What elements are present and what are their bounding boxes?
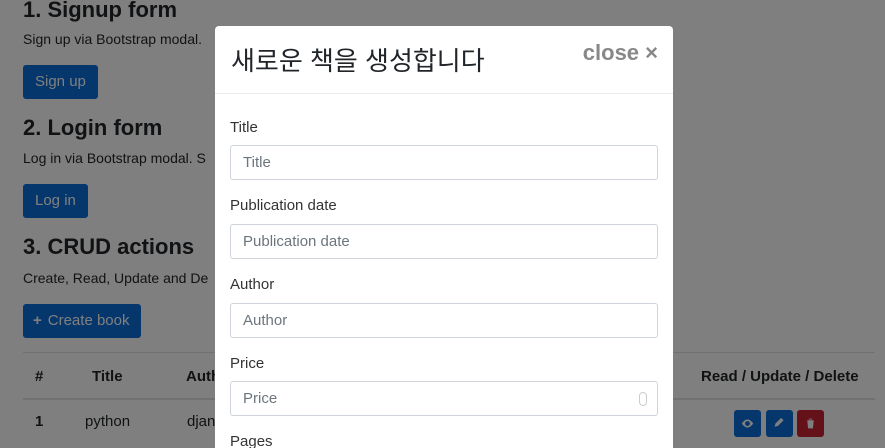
author-input[interactable]: Author xyxy=(230,303,658,338)
close-button[interactable]: close × xyxy=(583,40,658,66)
modal-title: 새로운 책을 생성합니다 xyxy=(231,46,485,76)
price-label: Price xyxy=(230,355,265,372)
title-input[interactable]: Title xyxy=(230,145,658,180)
pages-label: Pages xyxy=(230,433,273,448)
price-placeholder: Price xyxy=(243,390,278,407)
title-label: Title xyxy=(230,119,258,136)
create-book-modal: 새로운 책을 생성합니다 close × Title Title Publica… xyxy=(215,26,673,448)
publication-date-label: Publication date xyxy=(230,197,337,214)
author-label: Author xyxy=(230,276,275,293)
price-stepper[interactable] xyxy=(639,392,647,406)
publication-date-input[interactable]: Publication date xyxy=(230,224,658,259)
modal-header: 새로운 책을 생성합니다 close × xyxy=(215,26,673,94)
price-input[interactable]: Price xyxy=(230,381,658,416)
